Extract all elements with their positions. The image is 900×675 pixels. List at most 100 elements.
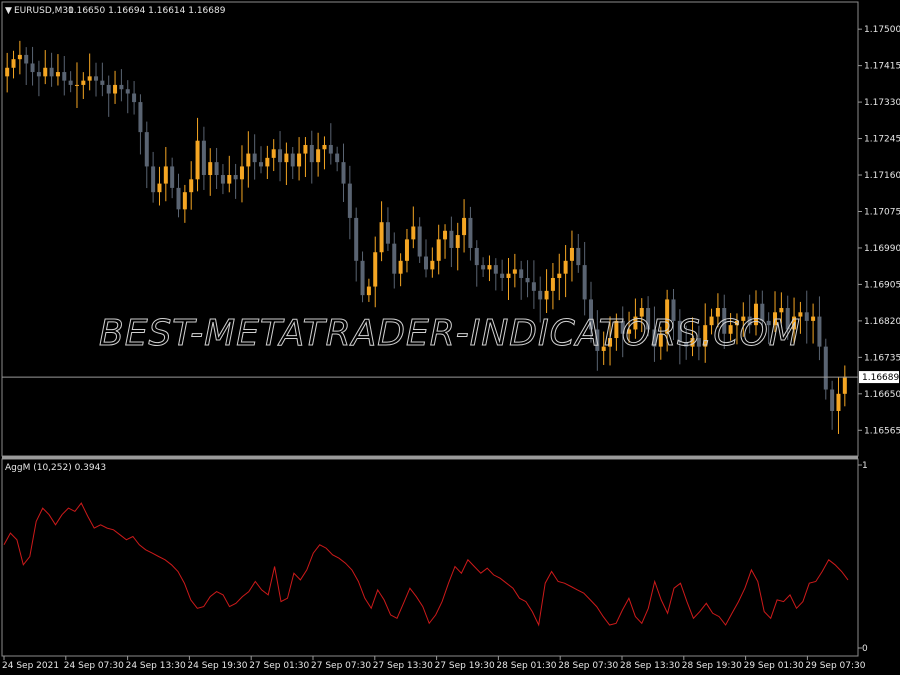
candle-body [512, 269, 517, 274]
time-tick-label: 28 Sep 07:30 [558, 661, 618, 671]
candle-body [519, 269, 524, 278]
time-tick-label: 28 Sep 13:30 [620, 661, 680, 671]
candle-body [823, 346, 828, 390]
price-tick-label: 1.17160 [864, 171, 900, 181]
candle-body [157, 183, 162, 193]
candle-body [531, 282, 536, 291]
candle-body [284, 153, 289, 163]
candle-body [424, 256, 428, 270]
price-tick-label: 1.16565 [864, 426, 900, 436]
candle-body [417, 226, 422, 257]
symbol-timeframe-label: EURUSD,M30 [14, 6, 74, 16]
candle-body [836, 393, 841, 411]
price-tick-label: 1.17415 [864, 62, 900, 72]
candle-body [49, 67, 54, 77]
candle-body [316, 149, 321, 163]
main-chart-frame [1, 1, 859, 457]
candle-body [468, 217, 473, 248]
time-tick-label: 27 Sep 13:30 [373, 661, 433, 671]
candle-body [81, 80, 86, 85]
candle-body [303, 144, 308, 154]
candle-body [385, 222, 390, 244]
candle-body [271, 149, 276, 158]
candle-body [100, 80, 105, 85]
chart-window[interactable]: 1.17500 1.17415 1.17330 1.17245 1.17160 1.170… [0, 0, 900, 675]
pane-splitter[interactable] [2, 456, 858, 459]
candle-body [449, 230, 454, 248]
candle-body [538, 290, 543, 300]
candle-body [455, 235, 460, 248]
candle-body [11, 59, 16, 68]
candle-body [297, 153, 302, 167]
candle-body [576, 247, 581, 266]
candle-body [119, 84, 124, 90]
candle-body [208, 162, 213, 176]
ohlc-values: 1.16650 1.16694 1.16614 1.16689 [68, 6, 226, 16]
candle-body [582, 265, 587, 300]
candle-body [817, 316, 822, 347]
candle-body [373, 252, 378, 287]
candle-body [170, 166, 175, 188]
price-tick-label: 1.17500 [864, 25, 900, 35]
candle-body [106, 84, 111, 94]
candle-body [163, 166, 168, 184]
candle-body [506, 273, 511, 278]
indicator-axis: 10 [858, 461, 868, 654]
candle-body [462, 217, 467, 236]
candle-body [182, 192, 187, 210]
time-tick-label: 28 Sep 19:30 [682, 661, 742, 671]
candle-body [443, 230, 448, 240]
price-tick-label: 1.16905 [864, 280, 900, 290]
candle-body [278, 149, 283, 163]
price-tick-label: 1.16650 [864, 390, 900, 400]
candle-body [550, 277, 555, 291]
time-tick-label: 28 Sep 01:30 [496, 661, 556, 671]
candle-body [227, 175, 232, 184]
candle-body [500, 273, 505, 278]
candle-body [830, 389, 835, 411]
chart-menu-arrow-icon[interactable]: ▼ [5, 6, 12, 16]
candle-body [5, 67, 10, 77]
candle-body [379, 222, 384, 253]
candle-body [246, 153, 251, 167]
price-tick-label: 1.17330 [864, 98, 900, 108]
candle-body [392, 243, 397, 274]
candle-body [290, 153, 295, 167]
candle-body [544, 290, 549, 300]
time-tick-label: 24 Sep 2021 [2, 661, 59, 671]
candle-body [259, 162, 264, 167]
candles-group [5, 40, 847, 434]
candle-body [138, 102, 143, 133]
time-tick-label: 24 Sep 13:30 [126, 661, 186, 671]
candle-body [43, 67, 48, 77]
candle-body [360, 260, 365, 296]
candle-body [239, 166, 244, 180]
candle-body [74, 84, 79, 86]
candle-body [201, 140, 206, 176]
candle-body [811, 316, 816, 321]
candle-body [411, 226, 416, 240]
indicator-title: AggM (10,252) 0.3943 [5, 463, 106, 473]
candle-body [94, 76, 99, 81]
candle-body [195, 140, 200, 180]
time-tick-label: 24 Sep 19:30 [187, 661, 247, 671]
candle-body [430, 260, 435, 270]
candle-body [68, 80, 73, 85]
candle-body [804, 312, 809, 321]
indicator-frame [1, 458, 859, 657]
candle-body [132, 93, 137, 103]
candle-body [366, 286, 371, 296]
watermark-text: BEST-METATRADER-INDICATORS.COM [99, 313, 801, 354]
candle-body [557, 273, 562, 278]
candle-body [220, 175, 225, 184]
time-tick-label: 29 Sep 01:30 [744, 661, 804, 671]
candle-body [779, 308, 784, 313]
candle-body [563, 260, 568, 274]
candle-body [125, 89, 130, 94]
candle-body [151, 166, 156, 193]
time-tick-label: 24 Sep 07:30 [64, 661, 124, 671]
time-axis: 24 Sep 2021 24 Sep 07:30 24 Sep 13:30 24 Se… [2, 656, 866, 671]
time-tick-label: 27 Sep 01:30 [249, 661, 309, 671]
candle-body [252, 153, 257, 163]
candle-body [113, 84, 118, 94]
